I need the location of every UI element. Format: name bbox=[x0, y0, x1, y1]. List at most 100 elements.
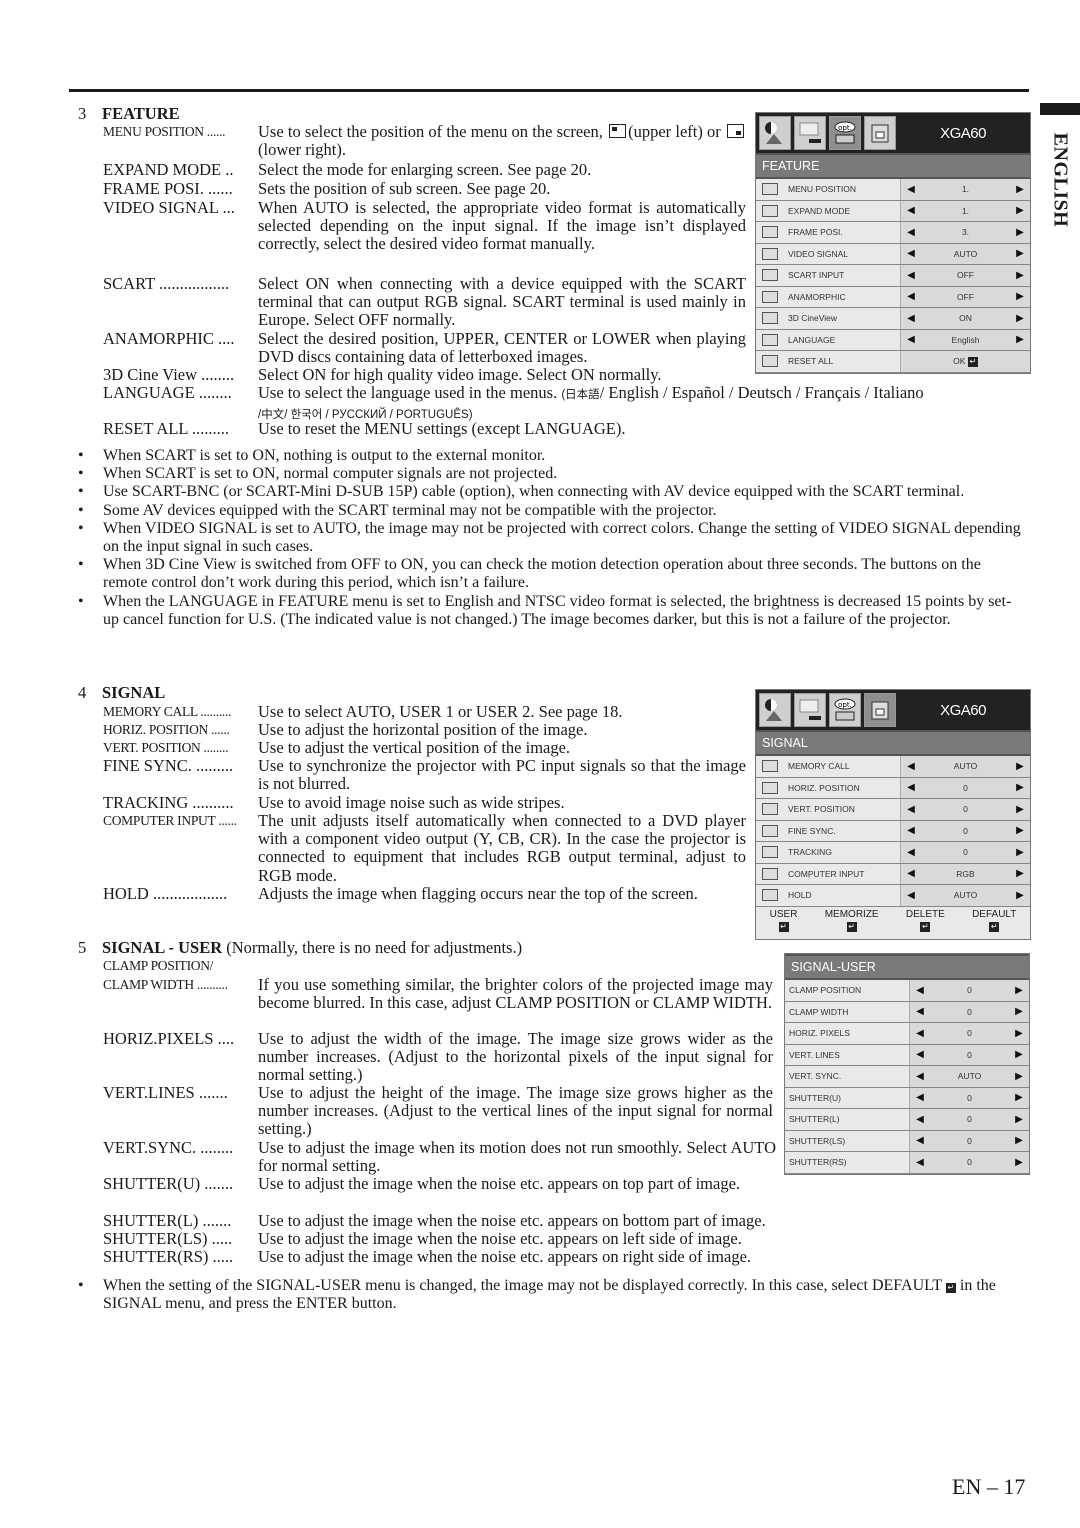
osd-menu-row[interactable]: SHUTTER(LS) 0 bbox=[785, 1130, 1029, 1152]
menu-item-label: VERT. SYNC. bbox=[789, 1071, 842, 1081]
default-button[interactable]: DEFAULT ↵ bbox=[972, 909, 1016, 939]
increase-arrow-icon[interactable] bbox=[1009, 1114, 1029, 1125]
osd-menu-row[interactable]: RESET ALL OK ↵ bbox=[756, 351, 1030, 373]
osd-menu-row[interactable]: HOLD AUTO bbox=[756, 885, 1030, 907]
def-term: FRAME POSI. ...... bbox=[103, 179, 233, 198]
decrease-arrow-icon[interactable] bbox=[910, 1006, 930, 1017]
increase-arrow-icon[interactable] bbox=[1009, 1049, 1029, 1060]
increase-arrow-icon[interactable] bbox=[1010, 825, 1030, 836]
osd-menu-row[interactable]: SCART INPUT OFF bbox=[756, 265, 1030, 287]
delete-button[interactable]: DELETE ↵ bbox=[906, 909, 945, 939]
decrease-arrow-icon[interactable] bbox=[910, 1157, 930, 1168]
osd-menu-row[interactable]: SHUTTER(L) 0 bbox=[785, 1109, 1029, 1131]
increase-arrow-icon[interactable] bbox=[1009, 1006, 1029, 1017]
decrease-arrow-icon[interactable] bbox=[901, 847, 921, 858]
increase-arrow-icon[interactable] bbox=[1010, 334, 1030, 345]
menu-item-label: ANAMORPHIC bbox=[788, 291, 846, 302]
osd-menu-row[interactable]: SHUTTER(RS) 0 bbox=[785, 1152, 1029, 1174]
decrease-arrow-icon[interactable] bbox=[910, 1092, 930, 1103]
increase-arrow-icon[interactable] bbox=[1010, 804, 1030, 815]
osd-menu-row[interactable]: FRAME POSI. 3. bbox=[756, 222, 1030, 244]
upper-left-position-icon bbox=[609, 124, 627, 138]
osd-menu-row[interactable]: COMPUTER INPUT RGB bbox=[756, 863, 1030, 885]
osd-tab-picture[interactable] bbox=[759, 116, 791, 150]
osd-menu-row[interactable]: SHUTTER(U) 0 bbox=[785, 1087, 1029, 1109]
decrease-arrow-icon[interactable] bbox=[910, 1049, 930, 1060]
def-desc: Select the mode for enlarging screen. Se… bbox=[258, 160, 592, 179]
increase-arrow-icon[interactable] bbox=[1010, 184, 1030, 195]
increase-arrow-icon[interactable] bbox=[1010, 782, 1030, 793]
osd-menu-row[interactable]: CLAMP POSITION 0 bbox=[785, 980, 1029, 1002]
increase-arrow-icon[interactable] bbox=[1009, 1028, 1029, 1039]
decrease-arrow-icon[interactable] bbox=[901, 205, 921, 216]
menu-item-value-control: AUTO bbox=[900, 243, 1030, 264]
increase-arrow-icon[interactable] bbox=[1010, 205, 1030, 216]
osd-menu-row[interactable]: LANGUAGE English bbox=[756, 329, 1030, 351]
def-desc: Use to adjust the image when the noise e… bbox=[258, 1247, 752, 1266]
osd-tab-installation[interactable] bbox=[794, 693, 826, 727]
def-term: RESET ALL ......... bbox=[103, 419, 230, 438]
decrease-arrow-icon[interactable] bbox=[901, 761, 921, 772]
increase-arrow-icon[interactable] bbox=[1010, 270, 1030, 281]
osd-tab-signal[interactable] bbox=[864, 693, 896, 727]
decrease-arrow-icon[interactable] bbox=[901, 270, 921, 281]
increase-arrow-icon[interactable] bbox=[1009, 985, 1029, 996]
decrease-arrow-icon[interactable] bbox=[901, 291, 921, 302]
decrease-arrow-icon[interactable] bbox=[901, 804, 921, 815]
decrease-arrow-icon[interactable] bbox=[901, 868, 921, 879]
decrease-arrow-icon[interactable] bbox=[901, 313, 921, 324]
decrease-arrow-icon[interactable] bbox=[901, 334, 921, 345]
osd-menu-row[interactable]: VERT. LINES 0 bbox=[785, 1044, 1029, 1066]
increase-arrow-icon[interactable] bbox=[1010, 761, 1030, 772]
decrease-arrow-icon[interactable] bbox=[910, 1071, 930, 1082]
osd-tab-signal[interactable] bbox=[864, 116, 896, 150]
opt-icon: opt. bbox=[834, 698, 856, 721]
increase-arrow-icon[interactable] bbox=[1009, 1157, 1029, 1168]
osd-menu-row[interactable]: MENU POSITION 1. bbox=[756, 179, 1030, 201]
user-button[interactable]: USER ↵ bbox=[770, 909, 797, 939]
menu-item-label: SHUTTER(LS) bbox=[789, 1135, 846, 1146]
decrease-arrow-icon[interactable] bbox=[910, 985, 930, 996]
decrease-arrow-icon[interactable] bbox=[901, 248, 921, 259]
osd-menu-row[interactable]: FINE SYNC. 0 bbox=[756, 820, 1030, 842]
osd-tab-feature[interactable]: opt. bbox=[829, 693, 861, 727]
menu-item-value-control: OFF bbox=[900, 265, 1030, 286]
increase-arrow-icon[interactable] bbox=[1010, 248, 1030, 259]
osd-tab-feature[interactable]: opt. bbox=[829, 116, 861, 150]
osd-menu-row[interactable]: CLAMP WIDTH 0 bbox=[785, 1001, 1029, 1023]
memorize-button[interactable]: MEMORIZE ↵ bbox=[825, 909, 879, 939]
increase-arrow-icon[interactable] bbox=[1010, 868, 1030, 879]
osd-menu-row[interactable]: HORIZ. POSITION 0 bbox=[756, 777, 1030, 799]
increase-arrow-icon[interactable] bbox=[1010, 313, 1030, 324]
osd-menu-row[interactable]: VIDEO SIGNAL AUTO bbox=[756, 243, 1030, 265]
ok-button[interactable]: OK ↵ bbox=[901, 356, 1030, 367]
increase-arrow-icon[interactable] bbox=[1010, 890, 1030, 901]
increase-arrow-icon[interactable] bbox=[1009, 1092, 1029, 1103]
increase-arrow-icon[interactable] bbox=[1010, 847, 1030, 858]
decrease-arrow-icon[interactable] bbox=[901, 782, 921, 793]
decrease-arrow-icon[interactable] bbox=[910, 1114, 930, 1125]
decrease-arrow-icon[interactable] bbox=[901, 227, 921, 238]
osd-menu-row[interactable]: EXPAND MODE 1. bbox=[756, 200, 1030, 222]
osd-menu-row[interactable]: 3D CineView ON bbox=[756, 308, 1030, 330]
decrease-arrow-icon[interactable] bbox=[910, 1028, 930, 1039]
menu-item-value: AUTO bbox=[953, 248, 978, 259]
def-term: ANAMORPHIC .... bbox=[103, 329, 235, 348]
osd-menu-row[interactable]: HORIZ. PIXELS 0 bbox=[785, 1023, 1029, 1045]
menu-item-value: RGB bbox=[956, 868, 975, 879]
osd-menu-row[interactable]: VERT. SYNC. AUTO bbox=[785, 1066, 1029, 1088]
osd-menu-row[interactable]: TRACKING 0 bbox=[756, 842, 1030, 864]
increase-arrow-icon[interactable] bbox=[1010, 291, 1030, 302]
decrease-arrow-icon[interactable] bbox=[901, 184, 921, 195]
decrease-arrow-icon[interactable] bbox=[901, 890, 921, 901]
osd-tab-installation[interactable] bbox=[794, 116, 826, 150]
decrease-arrow-icon[interactable] bbox=[901, 825, 921, 836]
increase-arrow-icon[interactable] bbox=[1009, 1071, 1029, 1082]
increase-arrow-icon[interactable] bbox=[1010, 227, 1030, 238]
increase-arrow-icon[interactable] bbox=[1009, 1135, 1029, 1146]
decrease-arrow-icon[interactable] bbox=[910, 1135, 930, 1146]
osd-menu-row[interactable]: ANAMORPHIC OFF bbox=[756, 286, 1030, 308]
osd-menu-row[interactable]: VERT. POSITION 0 bbox=[756, 799, 1030, 821]
osd-menu-row[interactable]: MEMORY CALL AUTO bbox=[756, 756, 1030, 778]
osd-tab-picture[interactable] bbox=[759, 693, 791, 727]
